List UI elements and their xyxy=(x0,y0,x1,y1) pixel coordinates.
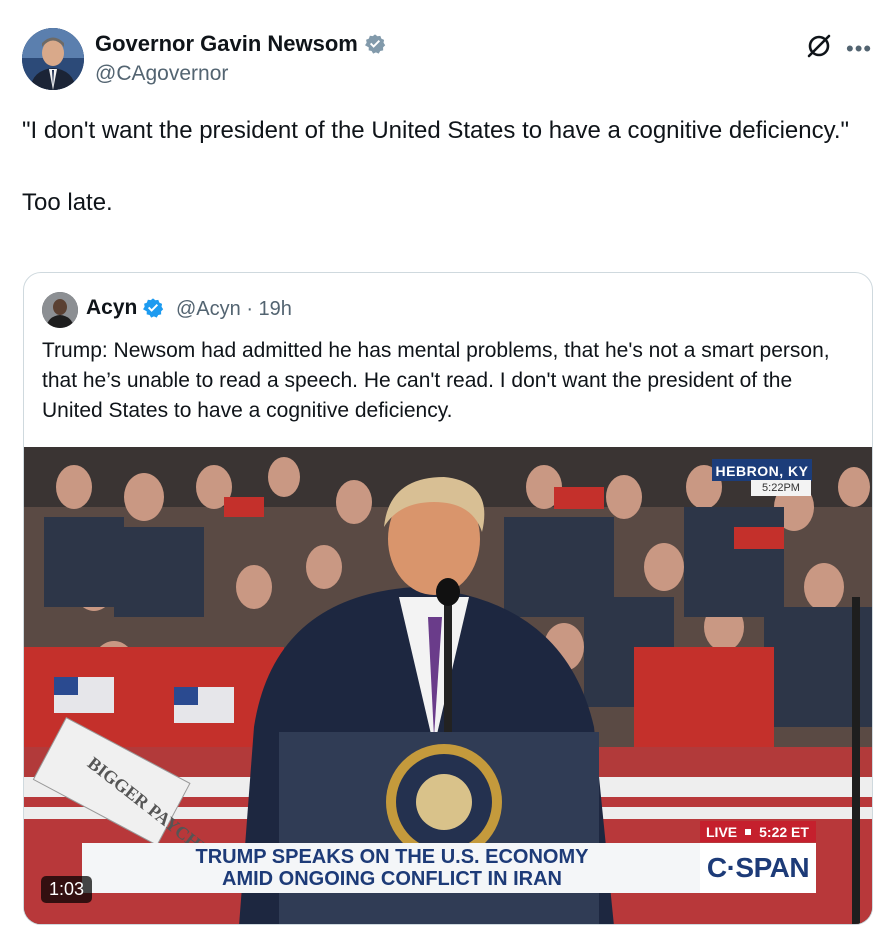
location-time: 5:22PM xyxy=(751,480,811,496)
author-handle[interactable]: @CAgovernor xyxy=(95,62,228,86)
author-display-name[interactable]: Governor Gavin Newsom xyxy=(95,31,386,57)
verified-badge-icon xyxy=(143,298,164,318)
quoted-tweet-text: Trump: Newsom had admitted he has mental… xyxy=(42,339,830,422)
author-avatar[interactable] xyxy=(22,28,84,90)
grok-icon[interactable] xyxy=(806,33,832,59)
quoted-author-avatar[interactable] xyxy=(42,292,78,328)
chyron-line-2: AMID ONGOING CONFLICT IN IRAN xyxy=(222,868,562,890)
verified-badge-icon xyxy=(364,34,386,54)
quoted-author-name-text[interactable]: Acyn xyxy=(86,296,137,320)
location-badge: HEBRON, KY xyxy=(712,459,812,481)
live-badge: LIVE 5:22 ET xyxy=(700,821,816,842)
tweet-text: "I don't want the president of the Unite… xyxy=(22,117,850,216)
quoted-tweet-card[interactable]: Acyn @Acyn · 19h Trump: Newsom had admit… xyxy=(23,272,873,925)
author-name-text[interactable]: Governor Gavin Newsom xyxy=(95,31,358,57)
live-time: 5:22 ET xyxy=(759,823,809,840)
cspan-logo: C·SPAN xyxy=(700,843,816,893)
quoted-author-name[interactable]: Acyn xyxy=(86,296,164,320)
chyron-line-1: TRUMP SPEAKS ON THE U.S. ECONOMY xyxy=(195,846,589,868)
quoted-author-handle[interactable]: @Acyn · 19h xyxy=(176,298,292,321)
live-dot-icon xyxy=(745,828,752,835)
chyron: TRUMP SPEAKS ON THE U.S. ECONOMY AMID ON… xyxy=(82,843,702,893)
live-label: LIVE xyxy=(706,823,738,840)
more-options-icon[interactable]: ••• xyxy=(846,36,872,62)
video-player[interactable]: BIGGER PAYCHECKS HEBRON, KY 5:22PM TRUMP… xyxy=(24,447,872,924)
video-duration: 1:03 xyxy=(41,876,93,903)
